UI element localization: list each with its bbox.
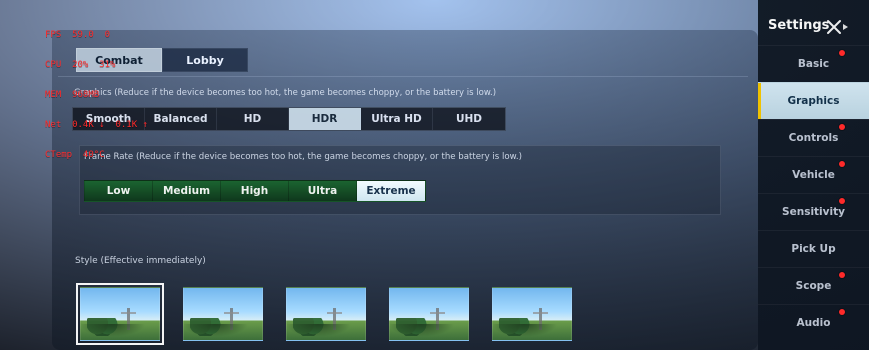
tree-icon [190, 318, 224, 336]
selection-corner-icon [155, 288, 159, 292]
tower-icon [121, 308, 136, 330]
tower-icon [533, 308, 548, 330]
tree-icon [499, 318, 533, 336]
tab-lobby[interactable]: Lobby [162, 48, 248, 72]
tree-icon [396, 318, 430, 336]
sidebar-item-vehicle-label: Vehicle [792, 169, 835, 181]
frame-rate-option-high[interactable]: High [221, 181, 289, 201]
graphics-option-ultra-hd-label: Ultra HD [371, 113, 422, 125]
frame-rate-heading: Frame Rate (Reduce if the device becomes… [84, 152, 522, 162]
graphics-option-hd-label: HD [243, 113, 262, 125]
graphics-heading: Graphics (Reduce if the device becomes t… [74, 88, 497, 98]
selection-corner-icon [81, 288, 85, 292]
sidebar-item-audio-label: Audio [796, 317, 831, 329]
notification-dot-icon [839, 198, 845, 204]
graphics-option-smooth-label: Smooth [85, 113, 132, 125]
tree-icon [293, 318, 327, 336]
tab-lobby-label: Lobby [186, 53, 224, 67]
frame-rate-selector: Low Medium High Ultra Extreme [84, 180, 426, 202]
settings-sidebar: Settings Basic Graphics Controls Vehicle… [758, 0, 869, 350]
sidebar-item-pick-up[interactable]: Pick Up [758, 230, 869, 267]
sidebar-item-audio[interactable]: Audio [758, 304, 869, 341]
frame-rate-option-low-label: Low [106, 185, 131, 197]
tree-icon [87, 318, 121, 336]
notification-dot-icon [839, 161, 845, 167]
sidebar-item-sensitivity[interactable]: Sensitivity [758, 193, 869, 230]
graphics-option-balanced-label: Balanced [153, 113, 208, 125]
tab-combat-label: Combat [95, 53, 143, 67]
frame-rate-option-extreme-label: Extreme [366, 185, 416, 197]
divider-top [58, 76, 748, 77]
graphics-option-hdr[interactable]: HDR [289, 108, 361, 130]
tower-icon [327, 308, 342, 330]
close-icon[interactable] [824, 18, 852, 36]
graphics-option-smooth[interactable]: Smooth [73, 108, 145, 130]
frame-rate-option-extreme[interactable]: Extreme [357, 181, 425, 201]
graphics-option-uhd-label: UHD [455, 113, 483, 125]
graphics-settings-content: Combat Lobby Graphics (Reduce if the dev… [52, 30, 758, 350]
sidebar-item-vehicle[interactable]: Vehicle [758, 156, 869, 193]
selection-corner-icon [81, 336, 85, 340]
frame-rate-option-low[interactable]: Low [85, 181, 153, 201]
graphics-quality-selector: Smooth Balanced HD HDR Ultra HD UHD [72, 107, 506, 131]
sidebar-item-scope-label: Scope [795, 280, 832, 292]
sidebar-item-scope[interactable]: Scope [758, 267, 869, 304]
graphics-option-ultra-hd[interactable]: Ultra HD [361, 108, 433, 130]
sidebar-item-controls-label: Controls [788, 132, 839, 144]
frame-rate-option-medium[interactable]: Medium [153, 181, 221, 201]
frame-rate-option-medium-label: Medium [162, 185, 211, 197]
notification-dot-icon [839, 124, 845, 130]
tower-icon [430, 308, 445, 330]
tab-combat[interactable]: Combat [76, 48, 162, 72]
settings-title: Settings [768, 18, 830, 33]
notification-dot-icon [839, 272, 845, 278]
graphics-option-balanced[interactable]: Balanced [145, 108, 217, 130]
style-thumbnail-3[interactable] [286, 287, 366, 341]
style-thumbnail-4[interactable] [389, 287, 469, 341]
style-heading: Style (Effective immediately) [75, 256, 206, 266]
tower-icon [224, 308, 239, 330]
sidebar-item-basic-label: Basic [797, 58, 830, 70]
graphics-option-hdr-label: HDR [311, 113, 338, 125]
style-thumbnail-5[interactable] [492, 287, 572, 341]
frame-rate-option-high-label: High [240, 185, 269, 197]
frame-rate-option-ultra[interactable]: Ultra [289, 181, 357, 201]
mode-tabs: Combat Lobby [76, 48, 248, 72]
sidebar-item-graphics[interactable]: Graphics [758, 82, 869, 119]
style-thumbnails [76, 283, 572, 345]
sidebar-item-pick-up-label: Pick Up [791, 243, 836, 255]
sidebar-item-graphics-label: Graphics [787, 95, 840, 107]
graphics-option-uhd[interactable]: UHD [433, 108, 505, 130]
settings-menu: Basic Graphics Controls Vehicle Sensitiv… [758, 45, 869, 341]
graphics-option-hd[interactable]: HD [217, 108, 289, 130]
frame-rate-option-ultra-label: Ultra [307, 185, 338, 197]
sidebar-item-controls[interactable]: Controls [758, 119, 869, 156]
notification-dot-icon [839, 50, 845, 56]
sidebar-item-sensitivity-label: Sensitivity [782, 206, 845, 218]
selection-corner-icon [155, 336, 159, 340]
notification-dot-icon [839, 309, 845, 315]
style-thumbnail-1[interactable] [76, 283, 164, 345]
style-thumbnail-2[interactable] [183, 287, 263, 341]
close-icon-svg [827, 20, 848, 34]
sidebar-item-basic[interactable]: Basic [758, 45, 869, 82]
